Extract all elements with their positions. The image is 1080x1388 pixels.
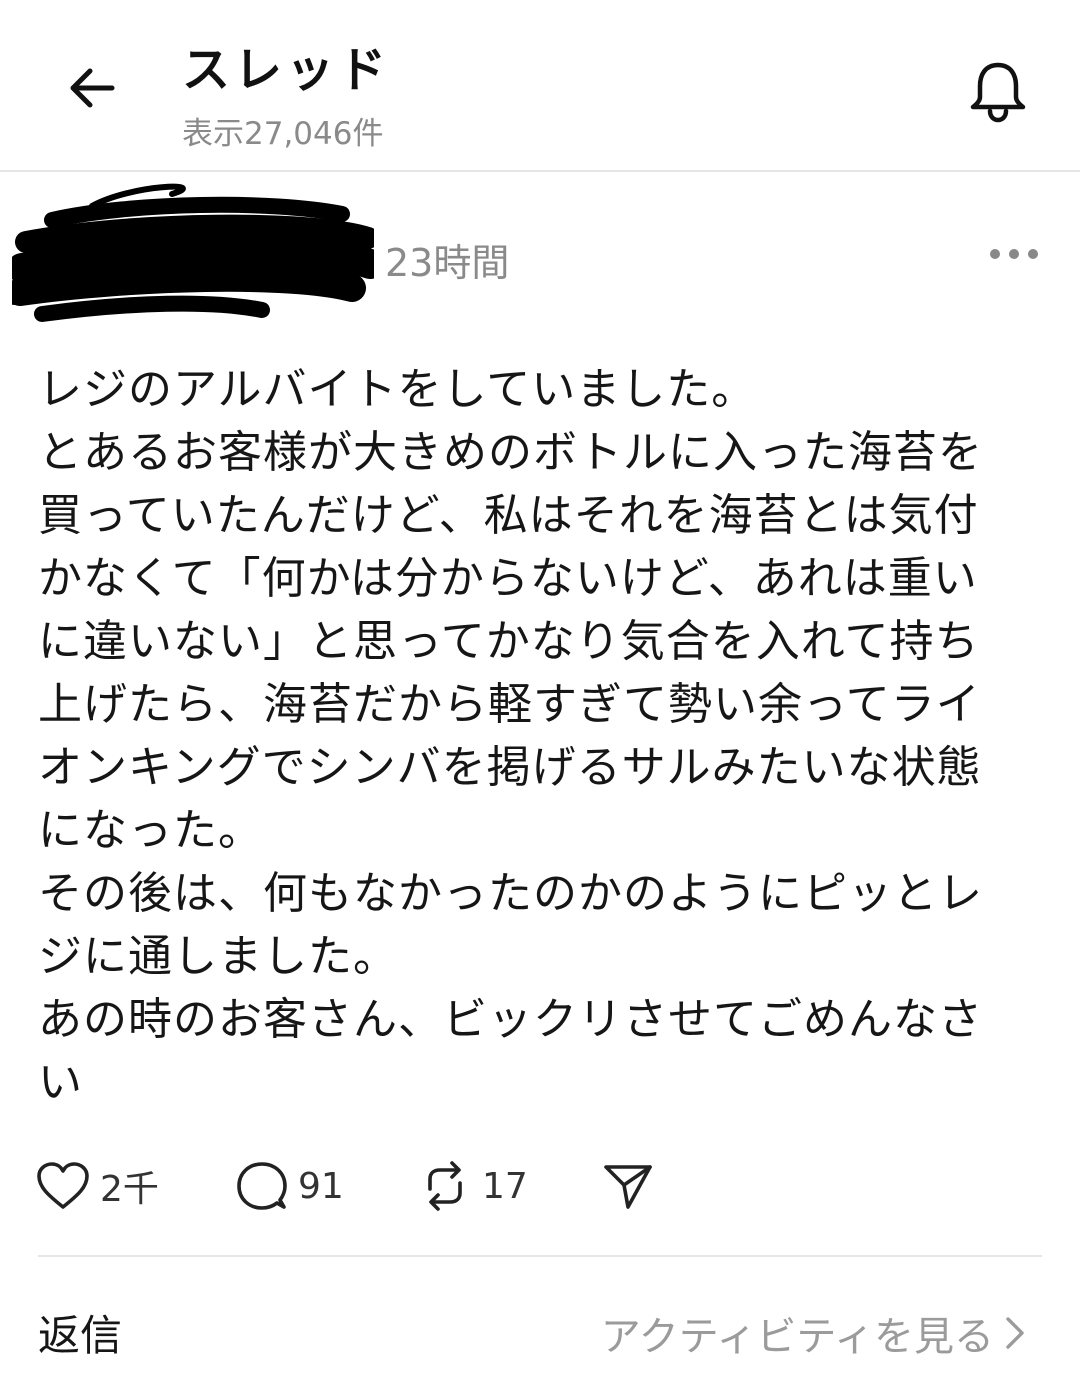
like-count: 2千 <box>100 1169 159 1210</box>
chevron-right-icon <box>1006 1317 1024 1349</box>
arrow-left-icon <box>70 68 115 108</box>
post-text-line: に違いない」と思ってかなり気合を入れて持ち <box>38 616 980 667</box>
notifications-button[interactable] <box>958 52 1038 132</box>
back-button[interactable] <box>52 48 132 128</box>
view-count: 表示27,046件 <box>182 116 384 152</box>
send-icon <box>604 1165 652 1209</box>
post-text-line: になった。 <box>38 805 263 856</box>
view-activity-label: アクティビティを見る <box>600 1314 994 1360</box>
post-text-line: とあるお客様が大きめのボトルに入った海苔を <box>38 427 983 478</box>
repost-button[interactable]: 17 <box>418 1158 528 1214</box>
post-text-line: 上げたら、海苔だから軽すぎて勢い余ってライ <box>38 679 981 730</box>
post-text-line: オンキングでシンバを掲げるサルみたいな状態 <box>38 742 982 793</box>
post-actions: 2千 91 17 <box>36 1158 736 1214</box>
bell-icon <box>970 62 1026 123</box>
like-button[interactable]: 2千 <box>36 1158 159 1214</box>
heart-icon <box>37 1162 89 1209</box>
post-text-line: ジに通しました。 <box>38 931 398 982</box>
post-text-line: い <box>38 1057 83 1108</box>
post-timestamp: 23時間 <box>385 241 510 285</box>
reply-button[interactable]: 91 <box>236 1158 344 1214</box>
post-text-line: その後は、何もなかったのかのようにピッとレ <box>38 868 983 919</box>
reply-count: 91 <box>298 1165 344 1207</box>
replies-section-label: 返信 <box>38 1311 123 1360</box>
more-horizontal-icon <box>990 249 1038 259</box>
comment-bubble-icon <box>237 1162 287 1210</box>
repost-icon <box>428 1161 462 1211</box>
post-text-line: あの時のお客さん、ビックリさせてごめんなさ <box>38 994 983 1045</box>
more-options-button[interactable] <box>978 232 1050 276</box>
share-button[interactable] <box>602 1158 654 1214</box>
page-title: スレッド <box>182 42 391 98</box>
repost-count: 17 <box>482 1165 528 1207</box>
redacted-author-scribble <box>12 183 374 322</box>
post-text: レジのアルバイトをしていました。 とあるお客様が大きめのボトルに入った海苔を 買… <box>38 358 1038 1114</box>
post-text-line: 買っていたんだけど、私はそれを海苔とは気付 <box>38 490 979 541</box>
divider <box>38 1255 1042 1257</box>
post-text-line: かなくて「何かは分からないけど、あれは重い <box>38 553 978 604</box>
view-activity-link[interactable]: アクティビティを見る <box>601 1304 1028 1362</box>
thread-header: スレッド 表示27,046件 <box>0 0 1080 172</box>
post-text-line: レジのアルバイトをしていました。 <box>38 364 757 415</box>
